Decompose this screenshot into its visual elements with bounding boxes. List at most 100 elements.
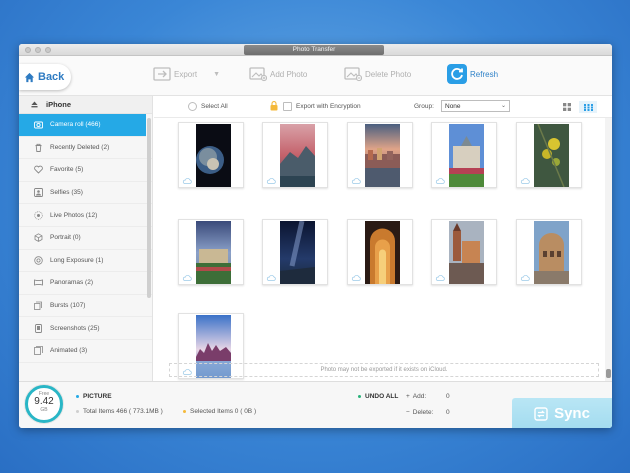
status-footer: Free 9.42 GB PICTURE Total Items 466 ( 7… [19, 381, 612, 428]
selected-dot [183, 409, 186, 413]
screenshot-icon [34, 323, 43, 333]
photo-thumbnail[interactable] [431, 219, 497, 285]
icloud-icon [266, 178, 276, 184]
home-icon [24, 72, 35, 82]
total-dot [76, 409, 79, 413]
add-photo-button[interactable]: Add Photo [249, 66, 307, 82]
photo-thumbnail[interactable] [262, 122, 328, 188]
add-count: + Add: [406, 393, 426, 400]
selected-items: Selected Items 0 ( 0B ) [183, 408, 256, 415]
sidebar-item-exposure[interactable]: Long Exposure (1) [19, 250, 152, 273]
photo-grid-scrollbar[interactable] [605, 118, 612, 381]
undo-all-button[interactable]: UNDO ALL [358, 393, 398, 400]
sidebar-item-label: Panoramas (2) [50, 279, 93, 287]
large-grid-view-button[interactable] [558, 101, 576, 113]
sidebar-item-person[interactable]: Selfies (35) [19, 182, 152, 205]
back-button[interactable]: Back [19, 64, 71, 90]
sidebar-item-animated[interactable]: Animated (3) [19, 340, 152, 363]
delete-photo-button[interactable]: Delete Photo [344, 66, 411, 82]
export-dropdown-icon[interactable]: ▼ [213, 71, 220, 78]
delete-count: − Delete: [406, 409, 433, 416]
cube-icon [34, 233, 43, 243]
sidebar-item-trash[interactable]: Recently Deleted (2) [19, 137, 152, 160]
sidebar-item-label: Recently Deleted (2) [50, 143, 110, 151]
group-label: Group: [414, 103, 434, 110]
delete-count-value: 0 [446, 409, 450, 416]
sidebar-item-label: Animated (3) [50, 347, 88, 355]
scrollbar-thumb[interactable] [606, 369, 611, 378]
icloud-icon [435, 178, 445, 184]
minimize-window-button[interactable] [35, 47, 41, 53]
toolbar: Back Export ▼ Add Photo Delete Photo Ref… [19, 56, 612, 96]
sidebar-item-label: Live Photos (12) [50, 211, 98, 219]
grid-large-icon [563, 103, 571, 111]
undo-dot [358, 394, 361, 398]
sync-label: Sync [554, 405, 590, 422]
add-photo-label: Add Photo [270, 69, 308, 79]
photo-grid [154, 118, 605, 381]
sync-button[interactable]: Sync [512, 398, 612, 428]
device-header[interactable]: iPhone [19, 96, 152, 114]
selected-items-text: Selected Items 0 ( 0B ) [190, 408, 257, 415]
delete-photo-label: Delete Photo [365, 69, 412, 79]
sidebar-item-live[interactable]: Live Photos (12) [19, 204, 152, 227]
refresh-button[interactable]: Refresh [447, 64, 498, 84]
export-encryption-label: Export with Encryption [296, 103, 361, 110]
device-name: iPhone [46, 100, 72, 109]
icloud-icon [182, 178, 192, 184]
trash-icon [34, 143, 43, 152]
total-items: Total Items 466 ( 773.1MB ) [76, 408, 163, 415]
sidebar-scrollbar[interactable] [147, 118, 151, 298]
delete-label: Delete: [412, 409, 434, 416]
icloud-icon [520, 275, 530, 281]
album-list: Camera roll (466) Recently Deleted (2) Fav… [19, 114, 152, 363]
photo-transfer-window: Photo Transfer Back Export ▼ Add Photo D… [19, 44, 612, 428]
export-label: Export [174, 69, 198, 79]
small-grid-view-button[interactable] [579, 101, 597, 113]
sidebar-item-burst[interactable]: Bursts (107) [19, 295, 152, 318]
zoom-window-button[interactable] [45, 47, 51, 53]
window-title: Photo Transfer [244, 45, 384, 55]
delete-photo-icon [344, 67, 362, 82]
photo-thumbnail[interactable] [262, 219, 328, 285]
burst-icon [34, 301, 43, 310]
sidebar-item-label: Portrait (0) [50, 234, 81, 242]
exposure-icon [34, 256, 43, 265]
photo-thumbnail[interactable] [178, 122, 244, 188]
add-photo-icon [249, 67, 267, 82]
group-select[interactable]: None ⌄ [441, 100, 510, 112]
icloud-icon [520, 178, 530, 184]
photo-thumbnail[interactable] [431, 122, 497, 188]
add-count-value: 0 [446, 393, 450, 400]
export-button[interactable]: Export ▼ [153, 66, 220, 82]
category-dot [76, 394, 79, 398]
sidebar-item-label: Long Exposure (1) [50, 256, 104, 264]
lock-icon [270, 101, 278, 111]
export-icon [153, 67, 171, 81]
export-encryption-checkbox[interactable] [283, 102, 292, 111]
total-items-text: Total Items 466 ( 773.1MB ) [83, 408, 163, 415]
group-select-value: None [445, 103, 461, 110]
eject-icon [31, 101, 38, 108]
sidebar-item-heart[interactable]: Favorite (5) [19, 159, 152, 182]
photo-thumbnail[interactable] [516, 122, 582, 188]
free-storage-gauge: Free 9.42 GB [25, 385, 63, 423]
photo-thumbnail[interactable] [347, 122, 413, 188]
sidebar-item-label: Bursts (107) [50, 302, 86, 310]
sidebar-item-camera[interactable]: Camera roll (466) [19, 114, 146, 137]
panorama-icon [34, 278, 43, 287]
sidebar-item-panorama[interactable]: Panoramas (2) [19, 272, 152, 295]
sidebar-item-cube[interactable]: Portrait (0) [19, 227, 152, 250]
photo-thumbnail[interactable] [178, 219, 244, 285]
plus-icon: + [406, 393, 410, 400]
photo-thumbnail[interactable] [347, 219, 413, 285]
sidebar-item-screenshot[interactable]: Screenshots (25) [19, 317, 152, 340]
icloud-notice: Photo may not be exported if it exists o… [169, 363, 599, 377]
close-window-button[interactable] [25, 47, 31, 53]
photo-thumbnail[interactable] [516, 219, 582, 285]
heart-icon [34, 165, 43, 175]
refresh-label: Refresh [470, 69, 499, 79]
undo-all-label: UNDO ALL [365, 393, 399, 400]
select-all-checkbox[interactable] [188, 102, 197, 111]
camera-icon [34, 120, 43, 129]
